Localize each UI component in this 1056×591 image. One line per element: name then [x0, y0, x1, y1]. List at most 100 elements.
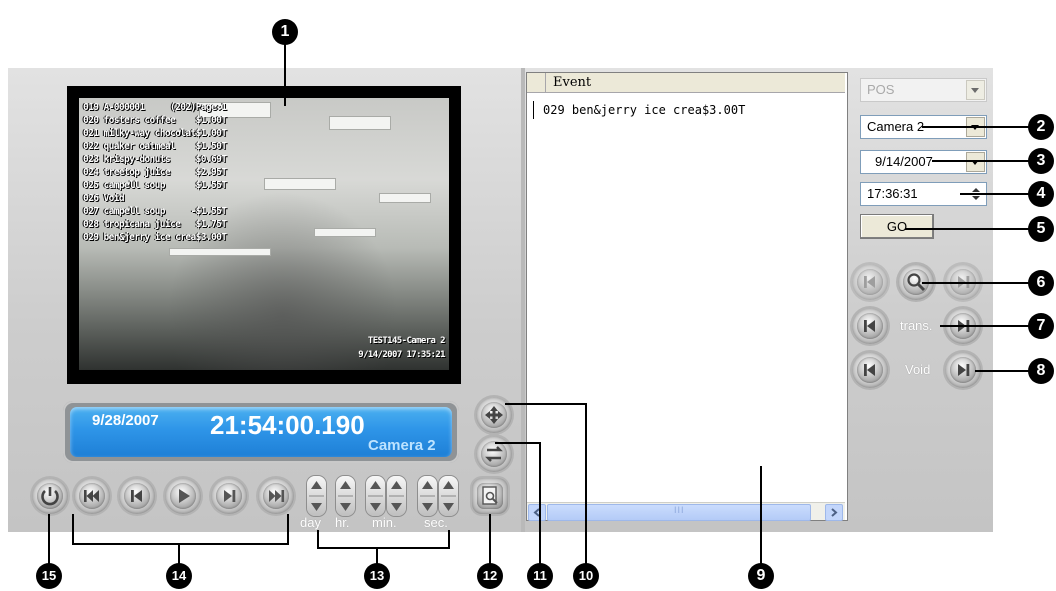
- callout-leader: [975, 370, 1030, 372]
- ceiling-light: [379, 193, 431, 203]
- second-label: sec.: [424, 515, 448, 530]
- callout-leader: [287, 514, 289, 544]
- callout-14: 14: [166, 563, 192, 589]
- ceiling-light: [169, 248, 271, 256]
- horizontal-scrollbar[interactable]: III: [527, 502, 845, 521]
- callout-13: 13: [364, 563, 390, 589]
- event-list[interactable]: Event 029 ben&jerry ice crea$3.00T III: [526, 72, 848, 521]
- step-back-icon: [864, 364, 875, 376]
- up-down-arrows-icon: [338, 481, 353, 511]
- pos-overlay-line: 029 ben&jerry ice crea$3.00T: [83, 232, 227, 243]
- time-spinner-value: 17:36:31: [867, 186, 918, 201]
- callout-leader: [72, 514, 74, 544]
- hour-stepper[interactable]: [336, 476, 355, 516]
- up-down-arrows-icon: [389, 481, 404, 511]
- callout-15: 15: [36, 563, 62, 589]
- callout-leader: [922, 282, 1030, 284]
- callout-leader: [284, 44, 286, 106]
- callout-12: 12: [477, 563, 503, 589]
- day-stepper[interactable]: [307, 476, 326, 516]
- scroll-right-button[interactable]: [825, 504, 843, 521]
- callout-leader: [539, 442, 541, 564]
- play-button[interactable]: [165, 478, 201, 514]
- callout-leader: [495, 442, 541, 444]
- callout-leader: [505, 403, 587, 405]
- previous-frame-button[interactable]: [119, 478, 155, 514]
- callout-leader: [932, 160, 1030, 162]
- minute-ones-stepper[interactable]: [387, 476, 406, 516]
- scroll-left-button[interactable]: [528, 504, 546, 521]
- step-back-icon: [864, 276, 875, 288]
- step-back-icon: [131, 490, 142, 502]
- pos-select[interactable]: POS: [860, 78, 987, 102]
- minute-label: min.: [372, 515, 397, 530]
- go-button[interactable]: GO: [860, 214, 934, 239]
- osd-camera-name: TEST145-Camera 2: [367, 336, 446, 346]
- skip-to-start-button[interactable]: [74, 478, 110, 514]
- next-frame-button[interactable]: [211, 478, 247, 514]
- date-picker[interactable]: 9/14/2007: [860, 150, 987, 174]
- skip-to-end-button[interactable]: [258, 478, 294, 514]
- callout-3: 3: [1028, 148, 1054, 174]
- panel-divider: [521, 68, 525, 532]
- callout-8: 8: [1028, 358, 1054, 384]
- document-search-icon: [482, 486, 498, 505]
- up-down-arrows-icon: [420, 481, 435, 511]
- transaction-label: trans.: [900, 318, 933, 333]
- previous-transaction-button[interactable]: [852, 308, 888, 344]
- scroll-grip: III: [674, 505, 685, 515]
- callout-leader: [376, 547, 378, 564]
- callout-leader: [940, 325, 1030, 327]
- step-back-icon: [864, 320, 875, 332]
- header-blank-cell: [527, 73, 546, 92]
- minute-tens-stepper[interactable]: [366, 476, 385, 516]
- rewind-to-start-icon: [84, 490, 99, 502]
- ceiling-light: [264, 178, 336, 190]
- previous-search-result-button[interactable]: [852, 264, 888, 300]
- event-column-header[interactable]: Event: [553, 75, 591, 90]
- status-screen: 9/28/2007 21:54:00.190 Camera 2: [70, 407, 452, 457]
- pos-overlay-line: 019 A-000001 (202)Page:1: [83, 102, 227, 113]
- chevron-down-icon[interactable]: [966, 152, 985, 172]
- previous-void-button[interactable]: [852, 352, 888, 388]
- callout-5: 5: [1028, 216, 1054, 242]
- callout-1: 1: [272, 19, 298, 45]
- pos-overlay-line: 025 campell soup $1.55T: [83, 180, 227, 191]
- status-time: 21:54:00.190: [210, 410, 365, 440]
- ceiling-light: [329, 116, 391, 130]
- callout-leader: [960, 193, 1030, 195]
- callout-10: 10: [573, 563, 599, 589]
- callout-leader: [317, 547, 450, 549]
- status-date: 9/28/2007: [92, 412, 159, 429]
- play-icon: [179, 489, 190, 503]
- chevron-left-icon: [533, 508, 540, 517]
- up-down-arrows-icon: [441, 481, 456, 511]
- up-down-arrows-icon: [368, 481, 383, 511]
- callout-4: 4: [1028, 181, 1054, 207]
- second-tens-stepper[interactable]: [418, 476, 437, 516]
- pos-overlay-line: 028 tropicana juice $1.75T: [83, 219, 227, 230]
- callout-leader: [922, 126, 1030, 128]
- video-viewer[interactable]: 019 A-000001 (202)Page:1 020 fosters cof…: [67, 86, 461, 384]
- day-label: day: [300, 515, 321, 530]
- chevron-down-icon[interactable]: [966, 80, 985, 100]
- row-cursor: [533, 101, 534, 119]
- callout-7: 7: [1028, 313, 1054, 339]
- playback-status-display: 9/28/2007 21:54:00.190 Camera 2: [63, 401, 459, 463]
- callout-leader: [448, 530, 450, 548]
- pos-select-value: POS: [867, 82, 895, 97]
- hour-label: hr.: [335, 515, 350, 530]
- callout-leader: [585, 403, 587, 564]
- search-playback-button[interactable]: [472, 478, 508, 514]
- callout-leader: [48, 514, 50, 564]
- power-button[interactable]: [32, 478, 68, 514]
- callout-11: 11: [527, 563, 553, 589]
- second-ones-stepper[interactable]: [439, 476, 458, 516]
- callout-leader: [760, 466, 762, 564]
- list-item[interactable]: 029 ben&jerry ice crea$3.00T: [543, 103, 745, 117]
- camera-frame: 019 A-000001 (202)Page:1 020 fosters cof…: [79, 98, 449, 370]
- callout-9: 9: [748, 563, 774, 589]
- pos-overlay-line: 026 Void: [83, 193, 125, 204]
- pos-overlay-line: 021 milky-way chocolat$1.00T: [83, 128, 227, 139]
- callout-leader: [72, 543, 289, 545]
